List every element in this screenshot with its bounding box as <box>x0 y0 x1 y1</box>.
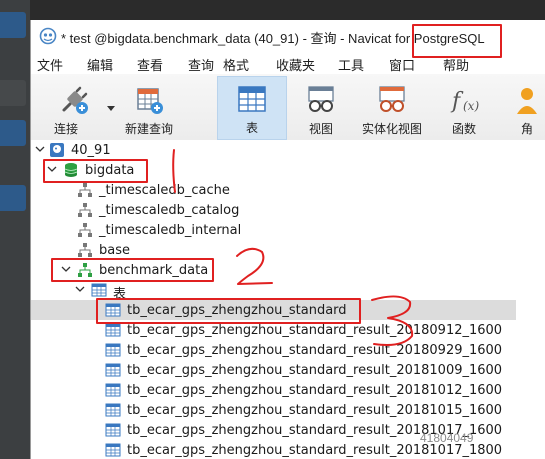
tree-label-table: tb_ecar_gps_zhengzhou_standard_result_20… <box>127 383 503 398</box>
tree-node-table[interactable]: tb_ecar_gps_zhengzhou_standard_result_20… <box>31 400 516 420</box>
tree-node-schema[interactable]: _timescaledb_internal <box>31 220 516 240</box>
schema-icon <box>78 183 92 197</box>
svg-text:f: f <box>450 89 464 114</box>
menu-favorites[interactable]: 收藏夹 <box>276 55 315 74</box>
table-icon <box>105 443 121 457</box>
table-icon <box>105 343 121 357</box>
menu-help[interactable]: 帮助 <box>443 55 469 74</box>
database-icon <box>64 163 78 177</box>
tree-label-schema: _timescaledb_cache <box>99 183 230 198</box>
schema-open-icon <box>78 263 92 277</box>
table-icon <box>238 86 266 112</box>
svg-text:(x): (x) <box>463 99 479 113</box>
watermark-text: 41804049 <box>420 431 474 445</box>
function-label: 函数 <box>451 122 476 136</box>
materialized-view-button[interactable]: 实体化视图 <box>357 78 427 136</box>
materialized-view-label: 实体化视图 <box>361 122 422 136</box>
role-icon <box>517 88 537 114</box>
menu-format[interactable]: 格式 <box>223 55 249 74</box>
materialized-view-icon <box>379 86 405 112</box>
tree-label-schema-open: benchmark_data <box>99 263 209 278</box>
view-button[interactable]: 视图 <box>293 78 349 136</box>
menu-edit[interactable]: 编辑 <box>87 55 113 74</box>
tree-label-table: tb_ecar_gps_zhengzhou_standard_result_20… <box>127 443 503 458</box>
view-label: 视图 <box>308 122 333 136</box>
tree-label-schema: base <box>99 243 130 258</box>
table-icon <box>105 383 121 397</box>
tree-node-database[interactable]: bigdata <box>31 160 516 180</box>
tree-label-schema: _timescaledb_catalog <box>99 203 240 218</box>
schema-icon <box>78 203 92 217</box>
menu-view[interactable]: 查看 <box>137 55 163 74</box>
chevron-down-icon[interactable] <box>61 264 71 274</box>
chevron-down-icon[interactable] <box>47 164 57 174</box>
tree-label-table: tb_ecar_gps_zhengzhou_standard_result_20… <box>127 403 503 418</box>
menu-window[interactable]: 窗口 <box>389 55 415 74</box>
tree-label-server: 40_91 <box>71 143 111 158</box>
view-glasses-icon <box>308 86 334 112</box>
menu-tools[interactable]: 工具 <box>338 55 364 74</box>
tree-node-tables-group[interactable]: 表 <box>31 280 516 302</box>
new-query-label: 新建查询 <box>124 122 173 136</box>
tree-node-table[interactable]: tb_ecar_gps_zhengzhou_standard_result_20… <box>31 320 516 340</box>
tree-node-schema-open[interactable]: benchmark_data <box>31 260 516 280</box>
function-fx-icon: f (x) <box>450 89 479 114</box>
tree-label-table: tb_ecar_gps_zhengzhou_standard <box>127 303 347 318</box>
menu-file[interactable]: 文件 <box>37 55 63 74</box>
postgresql-server-icon <box>50 143 64 157</box>
navicat-logo-icon <box>39 27 57 45</box>
chevron-down-icon[interactable] <box>35 144 45 154</box>
window-title: * test @bigdata.benchmark_data (40_91) -… <box>61 31 485 46</box>
tree-label-table: tb_ecar_gps_zhengzhou_standard_result_20… <box>127 323 503 338</box>
connect-button[interactable]: 连接 <box>35 78 115 136</box>
schema-icon <box>78 223 92 237</box>
tree-node-table[interactable]: tb_ecar_gps_zhengzhou_standard <box>31 300 516 320</box>
plug-icon <box>62 86 88 114</box>
menu-bar: 文件 编辑 查看 查询 格式 收藏夹 工具 窗口 帮助 <box>31 52 545 74</box>
tree-node-table[interactable]: tb_ecar_gps_zhengzhou_standard_result_20… <box>31 360 516 380</box>
role-label: 角 <box>521 122 534 136</box>
tree-label-table: tb_ecar_gps_zhengzhou_standard_result_20… <box>127 363 503 378</box>
desktop-tab-marker <box>0 80 26 106</box>
tree-node-server[interactable]: 40_91 <box>31 140 516 160</box>
new-query-icon <box>137 88 163 114</box>
tree-right-margin <box>516 140 545 459</box>
desktop-tab-marker <box>0 185 26 211</box>
tree-label-database: bigdata <box>85 163 135 178</box>
table-label: 表 <box>245 121 258 135</box>
navigation-tree: 40_91 bigdata _timescaledb_cache _timesc… <box>31 140 545 459</box>
desktop-tab-marker <box>0 12 26 38</box>
table-icon <box>105 423 121 437</box>
table-icon <box>105 303 121 317</box>
tree-node-table[interactable]: tb_ecar_gps_zhengzhou_standard_result_20… <box>31 380 516 400</box>
schema-icon <box>78 243 92 257</box>
table-icon <box>105 323 121 337</box>
table-button[interactable]: 表 <box>217 76 287 140</box>
function-button[interactable]: f (x) 函数 <box>437 78 491 136</box>
tree-node-table[interactable]: tb_ecar_gps_zhengzhou_standard_result_20… <box>31 340 516 360</box>
table-icon <box>105 363 121 377</box>
chevron-down-icon[interactable] <box>75 284 85 294</box>
tree-node-schema[interactable]: base <box>31 240 516 260</box>
table-group-icon <box>91 283 107 297</box>
new-query-button[interactable]: 新建查询 <box>117 78 181 136</box>
tree-node-schema[interactable]: _timescaledb_cache <box>31 180 516 200</box>
role-button-partial[interactable]: 角 <box>515 78 545 136</box>
title-bar: * test @bigdata.benchmark_data (40_91) -… <box>31 20 545 52</box>
desktop-tab-marker <box>0 120 26 146</box>
tree-label-schema: _timescaledb_internal <box>99 223 242 238</box>
tree-node-schema[interactable]: _timescaledb_catalog <box>31 200 516 220</box>
menu-query[interactable]: 查询 <box>188 55 214 74</box>
table-icon <box>105 403 121 417</box>
navicat-window: * test @bigdata.benchmark_data (40_91) -… <box>30 20 545 459</box>
connect-dropdown-arrow[interactable] <box>107 106 115 111</box>
desktop-background-strip <box>0 0 30 459</box>
connect-label: 连接 <box>53 122 78 136</box>
tree-label-table: tb_ecar_gps_zhengzhou_standard_result_20… <box>127 343 503 358</box>
